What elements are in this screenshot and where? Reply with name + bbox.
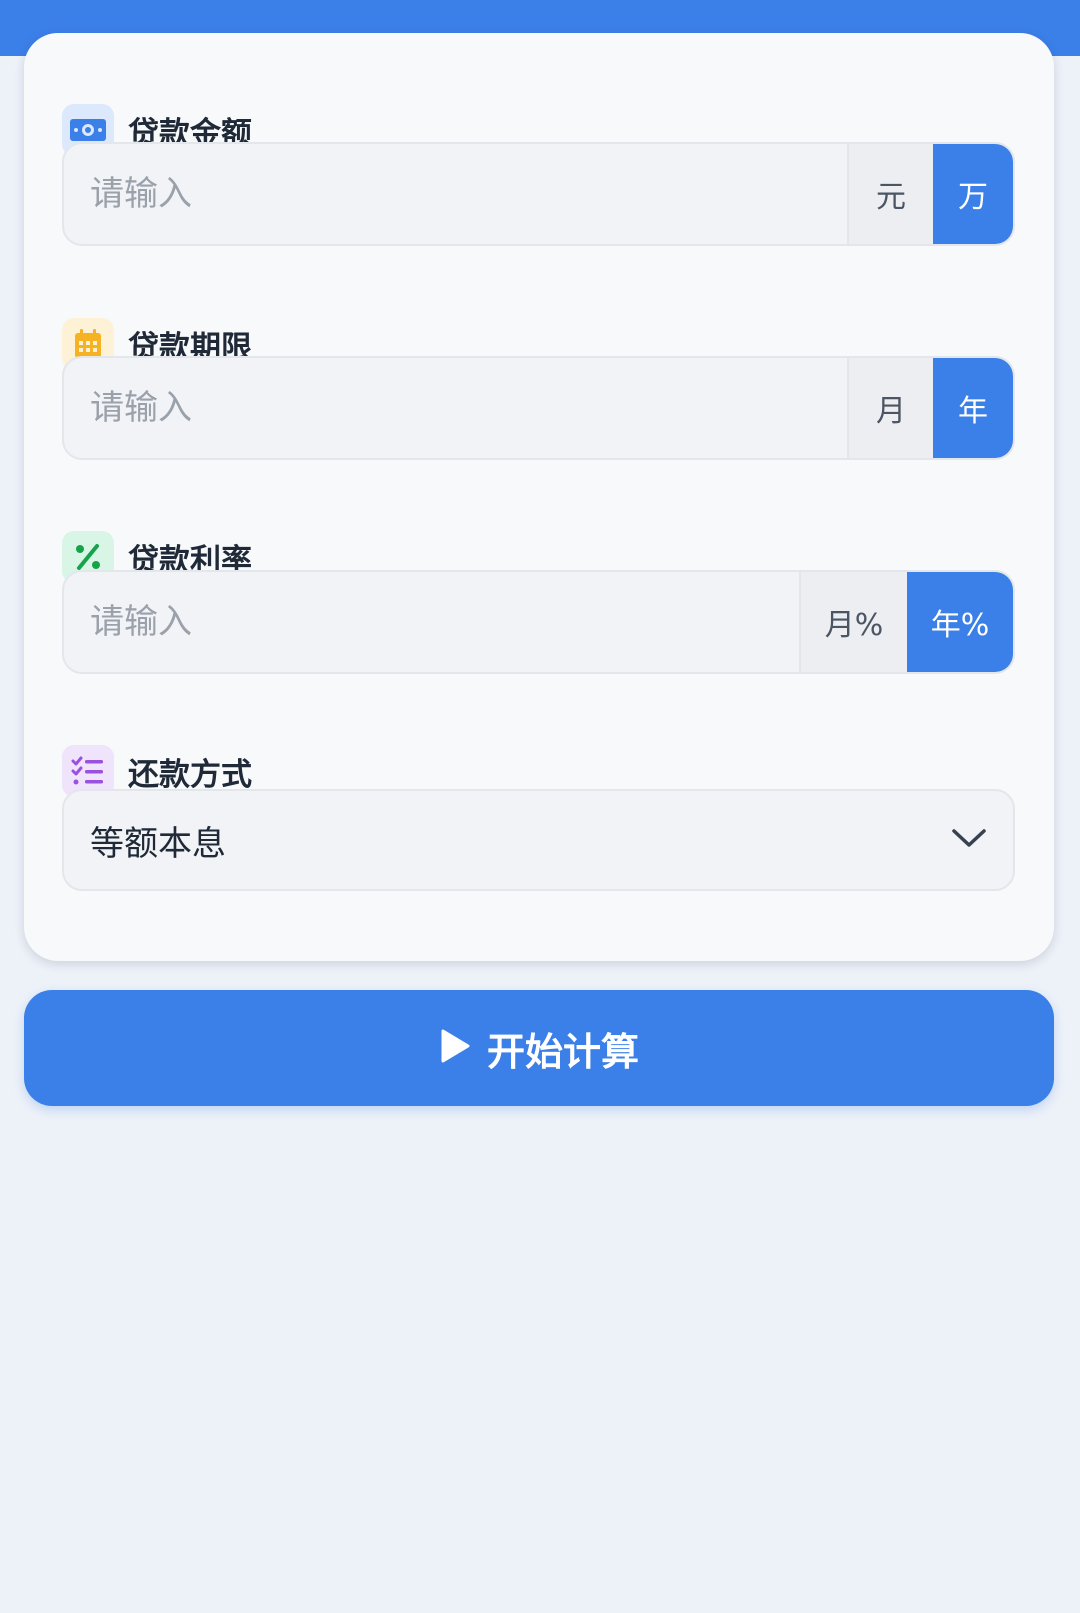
method-label: 还款方式 (128, 756, 252, 793)
repayment-method-select[interactable]: 等额本息 (62, 789, 1015, 891)
start-calculation-button[interactable]: 开始计算 (24, 990, 1054, 1106)
rate-input-group: 月% 年% (62, 570, 1015, 674)
repayment-method-value: 等额本息 (90, 823, 226, 864)
unit-monthly-percent-button[interactable]: 月% (799, 572, 907, 672)
unit-yuan-button[interactable]: 元 (847, 144, 933, 244)
amount-input[interactable] (64, 144, 847, 244)
unit-yearly-percent-button[interactable]: 年% (907, 572, 1013, 672)
play-icon (439, 1028, 471, 1068)
unit-year-button[interactable]: 年 (933, 358, 1013, 458)
rate-input[interactable] (64, 572, 799, 672)
amount-input-group: 元 万 (62, 142, 1015, 246)
unit-wan-button[interactable]: 万 (933, 144, 1013, 244)
term-input-group: 月 年 (62, 356, 1015, 460)
term-input[interactable] (64, 358, 847, 458)
chevron-down-icon (951, 826, 987, 854)
start-calculation-label: 开始计算 (486, 1029, 639, 1074)
unit-month-button[interactable]: 月 (847, 358, 933, 458)
loan-form-card: 贷款金额 元 万 贷款期限 月 年 (24, 33, 1054, 961)
